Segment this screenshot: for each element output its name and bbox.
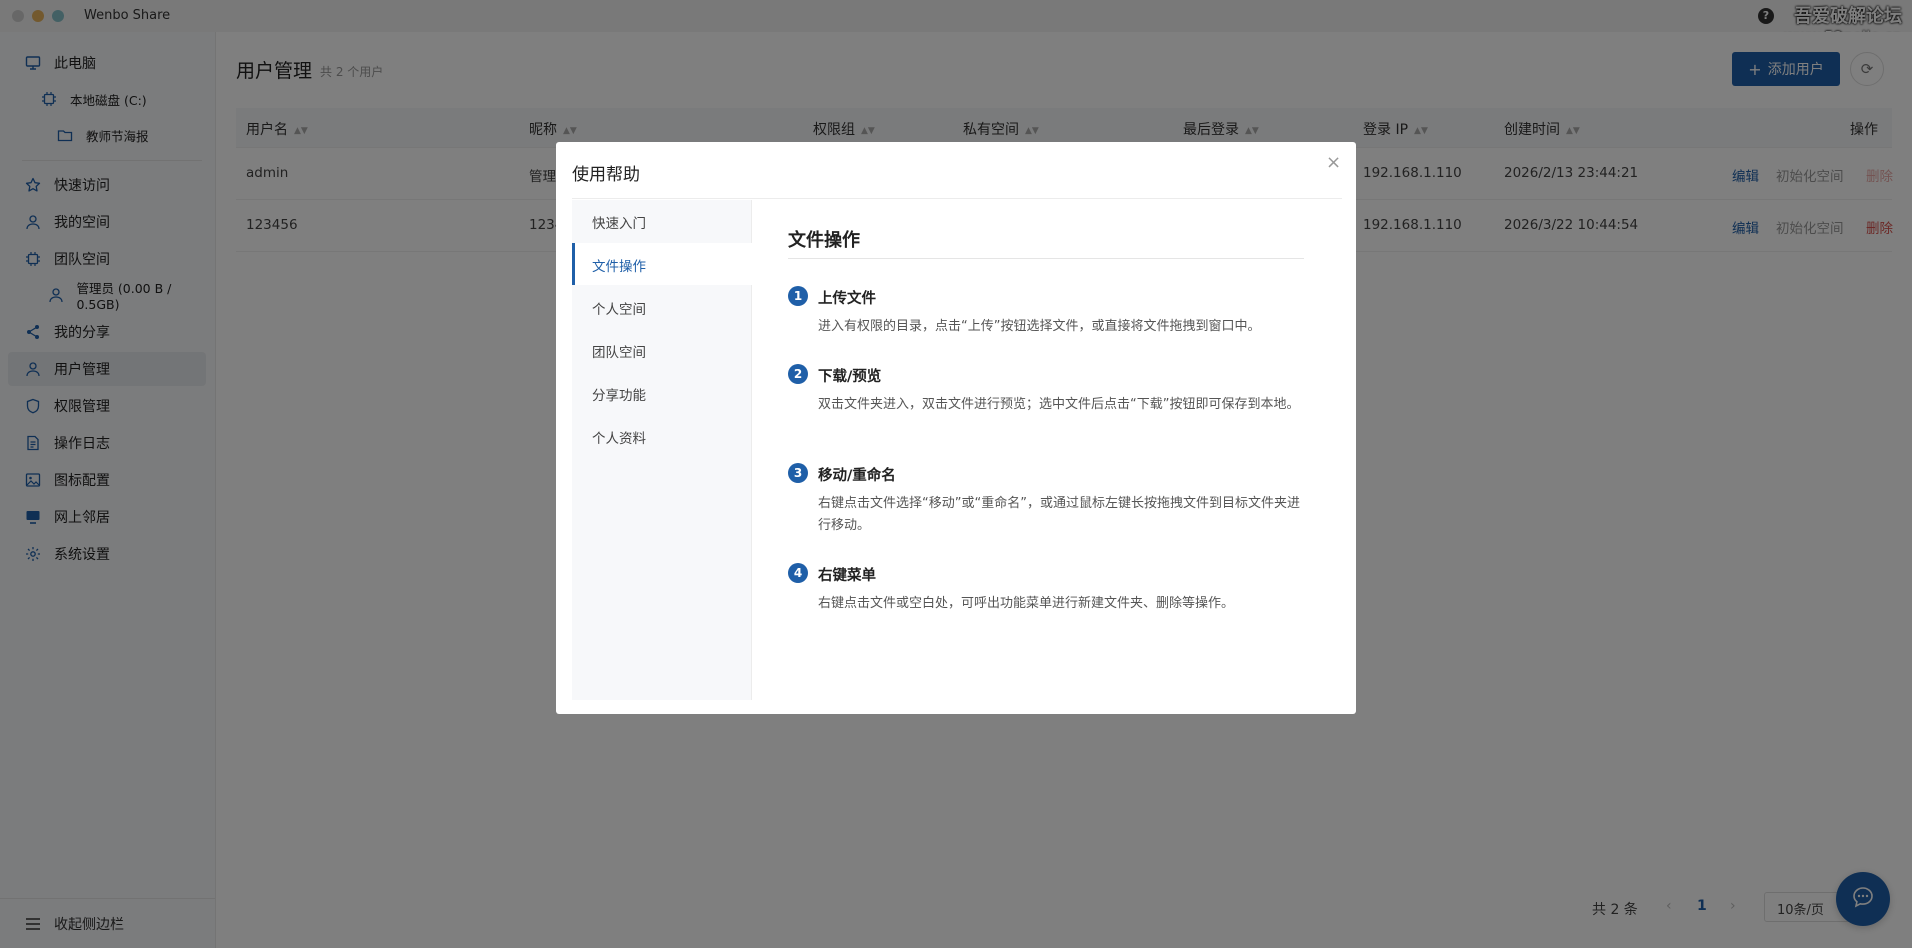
help-nav-item-profile[interactable]: 个人资料: [572, 415, 752, 457]
help-nav-item-team-space[interactable]: 团队空间: [572, 329, 752, 371]
section-divider: [788, 258, 1304, 259]
help-nav-item-quickstart[interactable]: 快速入门: [572, 200, 752, 242]
step-number-badge: 4: [788, 563, 808, 583]
help-nav: 快速入门 文件操作 个人空间 团队空间 分享功能 个人资料: [572, 200, 752, 700]
step-description: 双击文件夹进入，双击文件进行预览；选中文件后点击“下载”按钮即可保存到本地。: [818, 397, 1300, 412]
step-description: 进入有权限的目录，点击“上传”按钮选择文件，或直接将文件拖拽到窗口中。: [818, 319, 1261, 334]
step-description: 右键点击文件选择“移动”或“重命名”，或通过鼠标左键长按拖拽文件到目标文件夹进行…: [818, 496, 1300, 533]
help-dialog: 使用帮助 × 快速入门 文件操作 个人空间 团队空间 分享功能 个人资料 文件操…: [556, 142, 1356, 714]
step-number-badge: 1: [788, 286, 808, 306]
dialog-title: 使用帮助: [572, 165, 640, 185]
dialog-divider: [572, 198, 1342, 199]
step-title: 移动/重命名: [818, 468, 896, 484]
step-title: 上传文件: [818, 291, 876, 307]
step-number-badge: 3: [788, 463, 808, 483]
step-description: 右键点击文件或空白处，可呼出功能菜单进行新建文件夹、删除等操作。: [818, 596, 1235, 611]
help-nav-item-personal-space[interactable]: 个人空间: [572, 286, 752, 328]
close-icon[interactable]: ×: [1326, 152, 1341, 173]
step-title: 右键菜单: [818, 568, 876, 584]
step-title: 下载/预览: [818, 369, 882, 385]
step-number-badge: 2: [788, 364, 808, 384]
section-title: 文件操作: [788, 230, 860, 251]
help-nav-item-file-ops[interactable]: 文件操作: [572, 243, 752, 285]
help-nav-item-sharing[interactable]: 分享功能: [572, 372, 752, 414]
